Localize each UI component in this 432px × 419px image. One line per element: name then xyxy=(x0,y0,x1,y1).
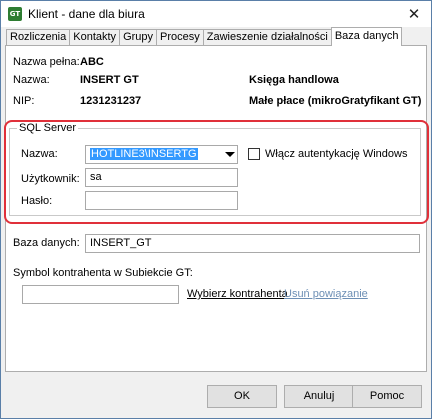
full-name-value: ABC xyxy=(80,56,104,68)
server-name-value: HOTLINE3\INSERTG xyxy=(90,148,198,160)
database-label: Baza danych: xyxy=(13,237,80,249)
contractor-input[interactable] xyxy=(22,285,179,304)
name-label: Nazwa: xyxy=(13,74,50,86)
server-name-label: Nazwa: xyxy=(21,148,58,160)
server-name-combo[interactable]: HOTLINE3\INSERTG xyxy=(85,145,238,164)
sql-server-group-title: SQL Server xyxy=(17,122,79,134)
password-label: Hasło: xyxy=(21,195,53,207)
accounting-type-value: Księga handlowa xyxy=(249,74,339,86)
tab-zawieszenie[interactable]: Zawieszenie działalności xyxy=(202,29,332,46)
nip-value: 1231231237 xyxy=(80,95,142,107)
window-title: Klient - dane dla biura xyxy=(28,7,145,21)
tab-baza-danych[interactable]: Baza danych xyxy=(330,27,403,46)
tab-grupy[interactable]: Grupy xyxy=(119,29,158,46)
windows-auth-label[interactable]: Włącz autentykację Windows xyxy=(265,148,407,160)
chevron-down-icon[interactable] xyxy=(225,152,235,157)
nip-label: NIP: xyxy=(13,95,35,107)
help-button[interactable]: Pomoc xyxy=(352,385,422,408)
insert-gt-icon: GT xyxy=(8,7,22,21)
user-label: Użytkownik: xyxy=(21,173,80,185)
name-value: INSERT GT xyxy=(80,74,139,86)
full-name-label: Nazwa pełna: xyxy=(13,56,80,68)
windows-auth-checkbox[interactable] xyxy=(248,148,260,160)
ok-button[interactable]: OK xyxy=(207,385,277,408)
cancel-button[interactable]: Anuluj xyxy=(284,385,354,408)
close-icon[interactable]: ✕ xyxy=(403,3,425,25)
payroll-value: Małe płace (mikroGratyfikant GT) xyxy=(249,95,422,107)
tab-procesy[interactable]: Procesy xyxy=(156,29,204,46)
button-bar: OK Anuluj Pomoc xyxy=(1,373,431,418)
tab-rozliczenia[interactable]: Rozliczenia xyxy=(6,29,71,46)
database-input[interactable]: INSERT_GT xyxy=(85,234,420,253)
remove-link: Usuń powiązanie xyxy=(284,288,368,300)
password-input[interactable] xyxy=(85,191,238,210)
tab-strip: Rozliczenia Kontakty Grupy Procesy Zawie… xyxy=(6,27,403,46)
choose-contractor-link[interactable]: Wybierz kontrahenta xyxy=(187,288,288,300)
user-input[interactable]: sa xyxy=(85,168,238,187)
tab-kontakty[interactable]: Kontakty xyxy=(69,29,121,46)
title-bar: GT Klient - dane dla biura ✕ xyxy=(1,1,431,27)
contractor-label: Symbol kontrahenta w Subiekcie GT: xyxy=(13,267,193,279)
dialog-window: GT Klient - dane dla biura ✕ Rozliczenia… xyxy=(0,0,432,419)
